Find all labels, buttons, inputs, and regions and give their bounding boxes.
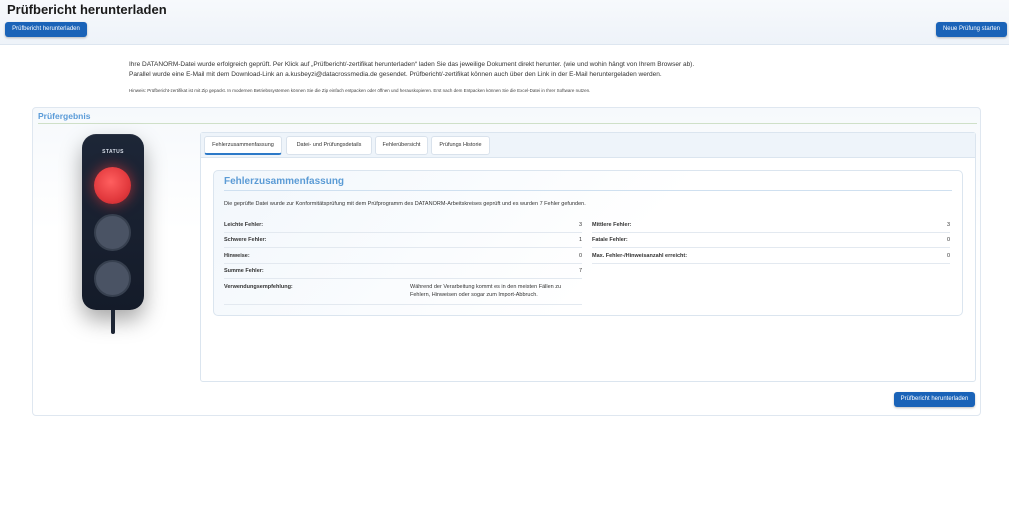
row-label: Hinweise: <box>224 253 250 259</box>
yellow-lamp-icon <box>94 214 131 251</box>
summary-divider <box>224 190 952 191</box>
header-bar: Prüfbericht herunterladen Prüfbericht he… <box>0 0 1009 45</box>
info-text-line1: Ihre DATANORM-Datei wurde erfolgreich ge… <box>129 61 695 68</box>
row-value: 0 <box>578 253 582 259</box>
row-fatal-errors: Fatale Fehler: 0 <box>592 234 950 248</box>
traffic-light-label: STATUS <box>102 149 124 155</box>
row-label: Schwere Fehler: <box>224 237 267 243</box>
new-check-button[interactable]: Neue Prüfung starten <box>936 22 1007 37</box>
row-value: 0 <box>946 237 950 243</box>
row-value: 3 <box>946 222 950 228</box>
info-text-line2: Parallel wurde eine E-Mail mit dem Downl… <box>129 71 662 78</box>
row-label: Summe Fehler: <box>224 268 264 274</box>
error-summary-card: Fehlerzusammenfassung Die geprüfte Datei… <box>213 170 963 316</box>
red-lamp-icon <box>94 167 131 204</box>
row-label: Leichte Fehler: <box>224 222 264 228</box>
tab-file-details[interactable]: Datei- und Prüfungsdetails <box>286 136 372 155</box>
zip-hint-text: Hinweis: Prüfbericht-zertifikat ist mit … <box>129 88 591 93</box>
recommendation-text: Während der Verarbeitung kommt es in den… <box>410 284 562 298</box>
recommendation-label: Verwendungsempfehlung: <box>224 284 293 290</box>
traffic-light-pole <box>111 310 115 334</box>
row-total-errors: Summe Fehler: 7 <box>224 265 582 279</box>
download-report-button-top[interactable]: Prüfbericht herunterladen <box>5 22 87 37</box>
row-recommendation: Verwendungsempfehlung: Während der Verar… <box>224 280 582 305</box>
result-panel: Prüfergebnis STATUS Fehlerzusammenfassun… <box>32 107 981 416</box>
row-max-reached: Max. Fehler-/Hinweisanzahl erreicht: 0 <box>592 250 950 264</box>
result-divider <box>38 123 977 124</box>
row-label: Mittlere Fehler: <box>592 222 632 228</box>
tab-strip: Fehlerzusammenfassung Datei- und Prüfung… <box>201 133 975 158</box>
tabs-panel: Fehlerzusammenfassung Datei- und Prüfung… <box>200 132 976 382</box>
summary-title: Fehlerzusammenfassung <box>224 176 345 187</box>
row-hints: Hinweise: 0 <box>224 250 582 264</box>
tab-error-summary[interactable]: Fehlerzusammenfassung <box>204 136 282 155</box>
row-severe-errors: Schwere Fehler: 1 <box>224 234 582 248</box>
green-lamp-icon <box>94 260 131 297</box>
tab-check-history[interactable]: Prüfungs Historie <box>431 136 490 155</box>
row-value: 3 <box>578 222 582 228</box>
tab-error-overview[interactable]: Fehlerübersicht <box>375 136 428 155</box>
summary-description: Die geprüfte Datei wurde zur Konformität… <box>224 201 586 207</box>
download-report-button-bottom[interactable]: Prüfbericht herunterladen <box>894 392 975 407</box>
result-title: Prüfergebnis <box>38 111 91 121</box>
row-value: 7 <box>578 268 582 274</box>
row-label: Max. Fehler-/Hinweisanzahl erreicht: <box>592 253 688 259</box>
row-minor-errors: Leichte Fehler: 3 <box>224 219 582 233</box>
page-title: Prüfbericht herunterladen <box>7 2 167 17</box>
row-value: 0 <box>946 253 950 259</box>
row-value: 1 <box>578 237 582 243</box>
row-label: Fatale Fehler: <box>592 237 628 243</box>
traffic-light: STATUS <box>82 134 144 310</box>
row-medium-errors: Mittlere Fehler: 3 <box>592 219 950 233</box>
